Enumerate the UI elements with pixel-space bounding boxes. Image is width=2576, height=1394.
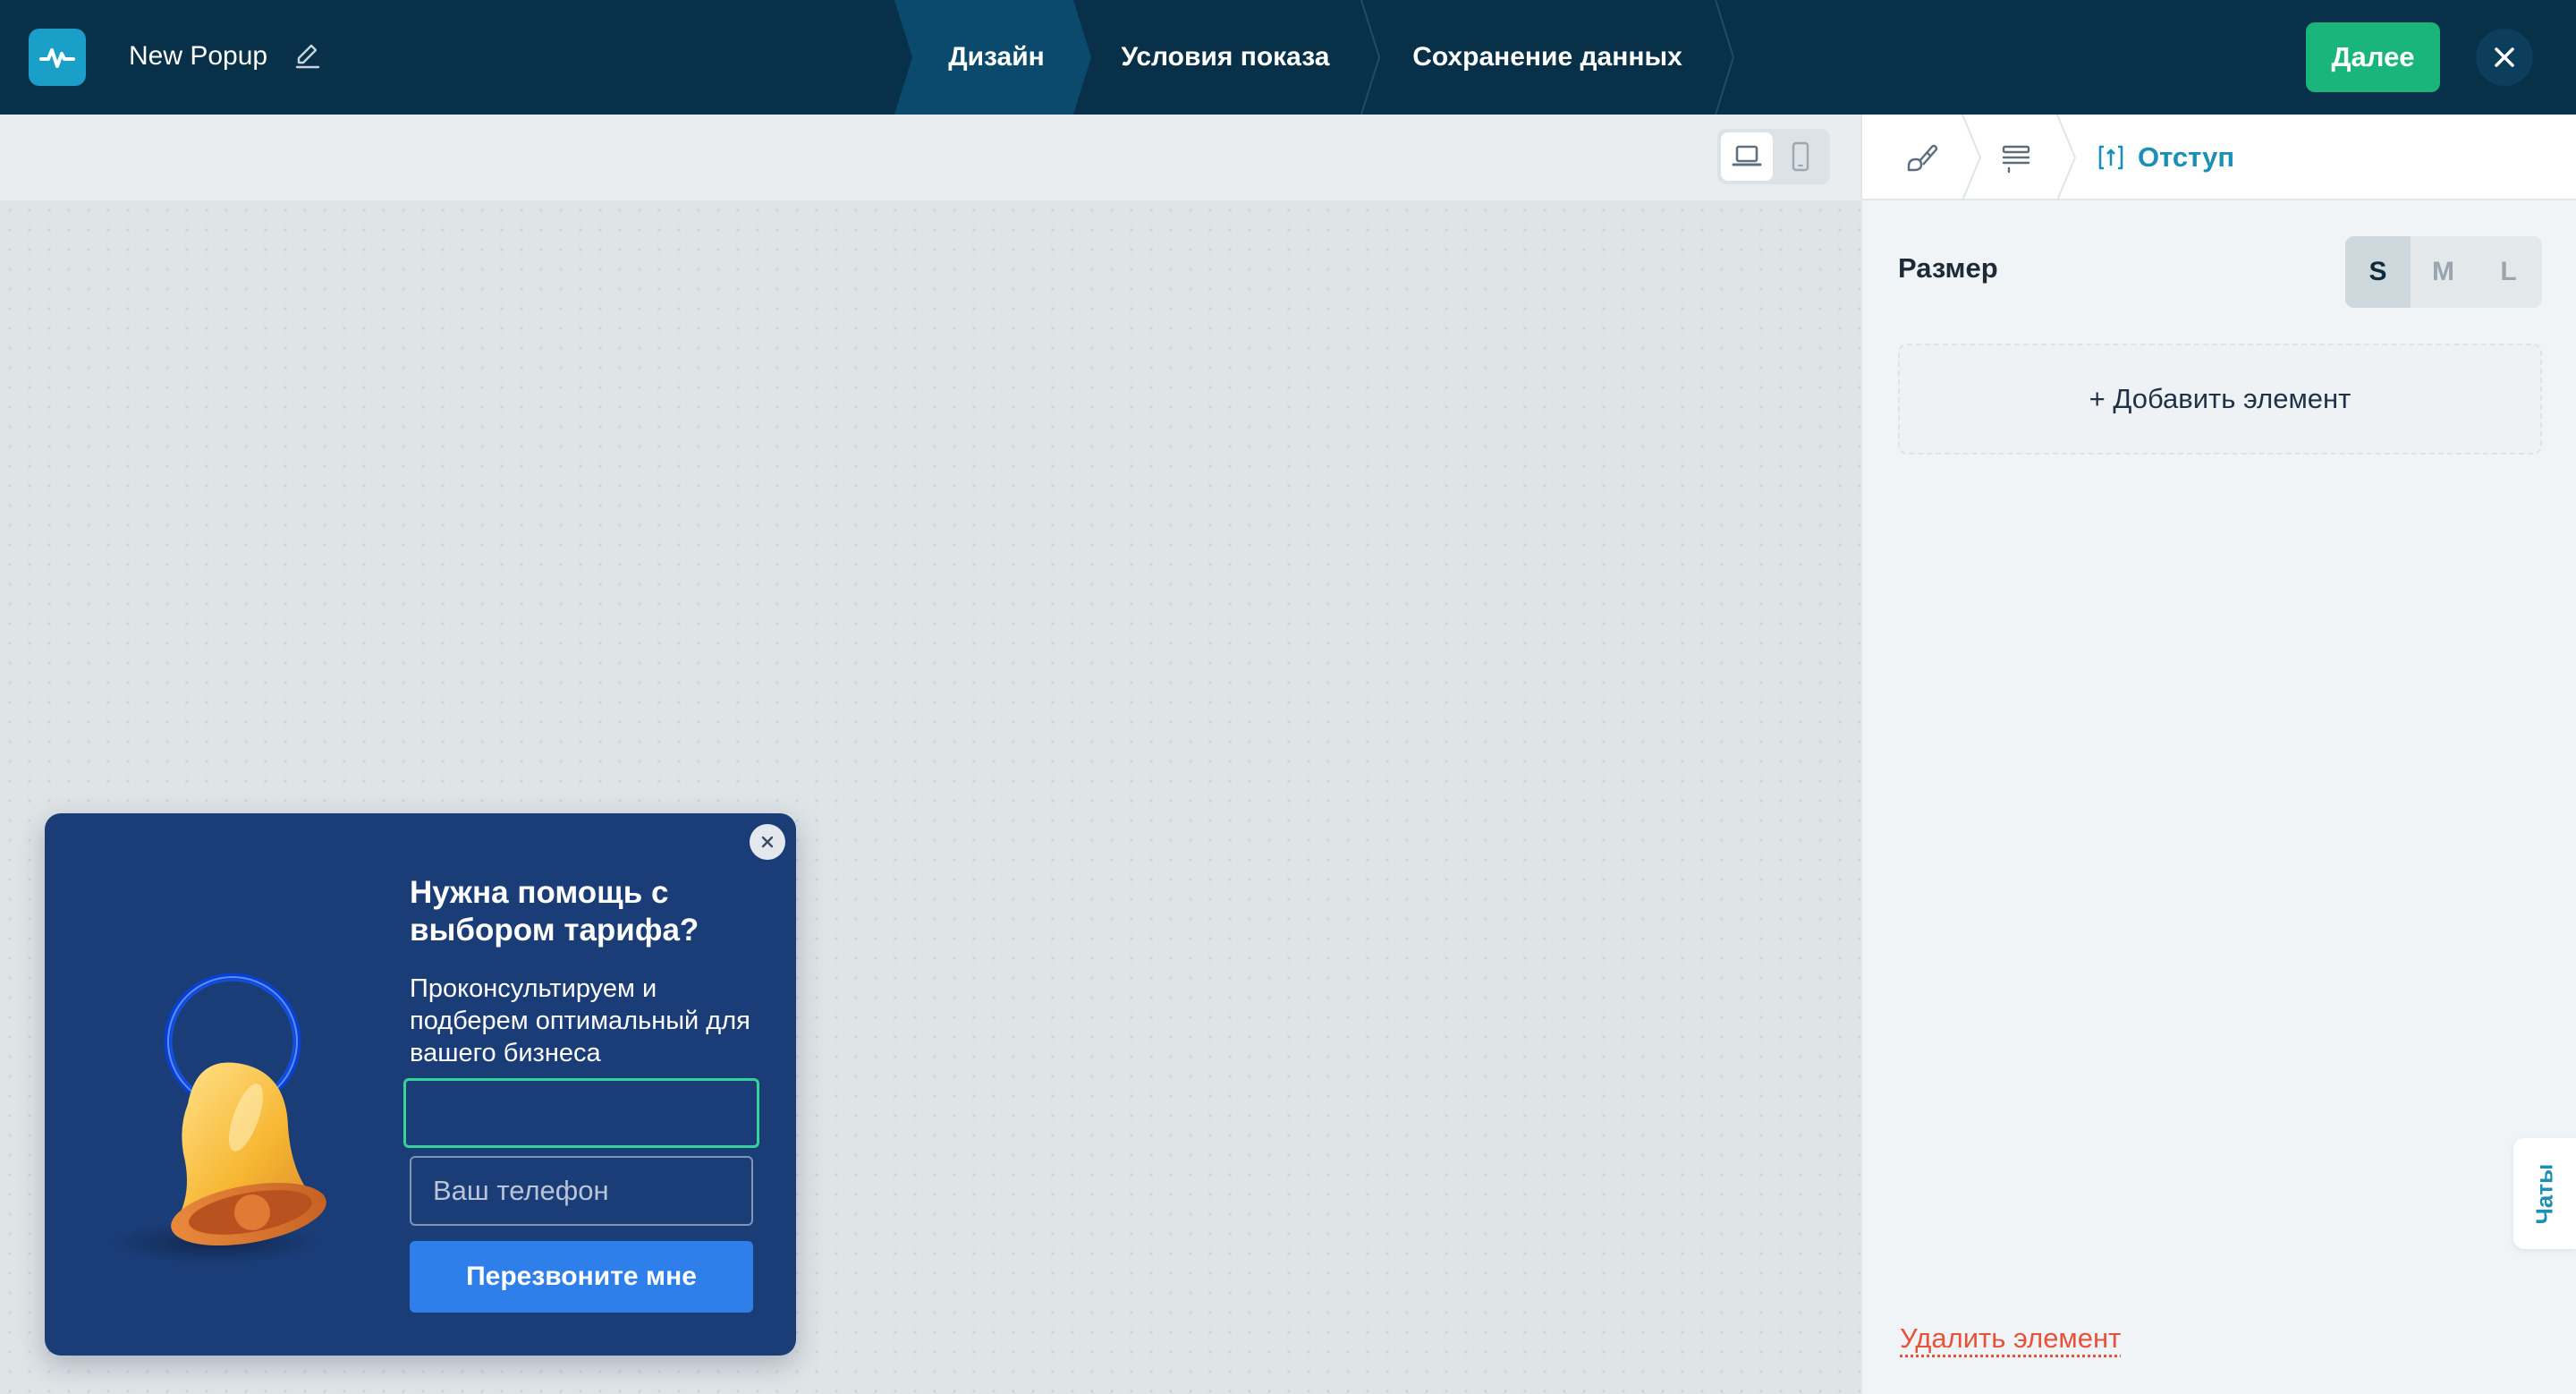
panel-breadcrumb: Отступ xyxy=(1862,115,2576,200)
add-element-button[interactable]: + Добавить элемент xyxy=(1898,344,2542,455)
step-design[interactable]: Дизайн xyxy=(894,0,1091,115)
phone-icon xyxy=(1790,141,1811,172)
popup-close-button[interactable] xyxy=(750,824,785,860)
close-icon xyxy=(2492,45,2517,70)
canvas-toolbar xyxy=(0,115,1860,200)
desktop-view-button[interactable] xyxy=(1721,132,1773,181)
callback-button[interactable]: Перезвоните мне xyxy=(410,1241,753,1313)
design-icon[interactable] xyxy=(1903,140,1939,175)
device-toggle xyxy=(1717,129,1830,184)
size-label: Размер xyxy=(1898,252,1998,285)
chats-label: Чаты xyxy=(2530,1163,2558,1224)
step-display-conditions-label: Условия показа xyxy=(1122,42,1330,72)
step-data-saving[interactable]: Сохранение данных xyxy=(1381,0,1714,115)
spacing-icon xyxy=(2095,141,2127,174)
layout-icon[interactable] xyxy=(1998,140,2034,175)
size-selector: S M L xyxy=(2345,236,2542,308)
step-data-saving-label: Сохранение данных xyxy=(1412,42,1682,72)
mobile-view-button[interactable] xyxy=(1775,132,1826,181)
chats-tab[interactable]: Чаты xyxy=(2513,1138,2576,1249)
step-display-conditions[interactable]: Условия показа xyxy=(1091,0,1360,115)
close-icon xyxy=(759,834,775,850)
step-separator xyxy=(1360,0,1381,115)
step-design-label: Дизайн xyxy=(948,42,1045,72)
breadcrumb-separator xyxy=(1961,115,1982,200)
breadcrumb-separator xyxy=(2055,115,2077,200)
phone-input[interactable] xyxy=(410,1156,753,1226)
size-option-s[interactable]: S xyxy=(2345,236,2411,308)
pencil-icon[interactable] xyxy=(292,39,324,72)
popup-preview[interactable]: Нужна помощь с выбором тарифа? Проконсул… xyxy=(45,813,796,1356)
delete-element-link[interactable]: Удалить элемент xyxy=(1900,1322,2121,1355)
popup-input-field[interactable] xyxy=(403,1078,759,1148)
popup-name[interactable]: New Popup xyxy=(129,39,267,73)
step-separator xyxy=(1714,0,1735,115)
laptop-icon xyxy=(1732,143,1762,170)
breadcrumb-spacing[interactable]: Отступ xyxy=(2095,138,2234,177)
wizard-steps: Дизайн Условия показа Сохранение данных xyxy=(894,0,1753,115)
size-option-m[interactable]: M xyxy=(2411,236,2476,308)
popup-title: Нужна помощь с выбором тарифа? xyxy=(410,874,767,949)
breadcrumb-spacing-label: Отступ xyxy=(2138,141,2234,174)
popup-description: Проконсультируем и подберем оптимальный … xyxy=(410,973,767,1069)
app-logo[interactable] xyxy=(29,29,86,86)
size-option-l[interactable]: L xyxy=(2476,236,2541,308)
top-bar: New Popup Дизайн Условия показа Сохранен… xyxy=(0,0,2576,115)
close-editor-button[interactable] xyxy=(2476,29,2533,86)
bell-icon xyxy=(80,921,376,1279)
pulse-icon xyxy=(38,38,77,77)
properties-panel: Отступ Размер S M L + Добавить элемент У… xyxy=(1860,115,2576,1394)
next-button[interactable]: Далее xyxy=(2306,22,2440,92)
